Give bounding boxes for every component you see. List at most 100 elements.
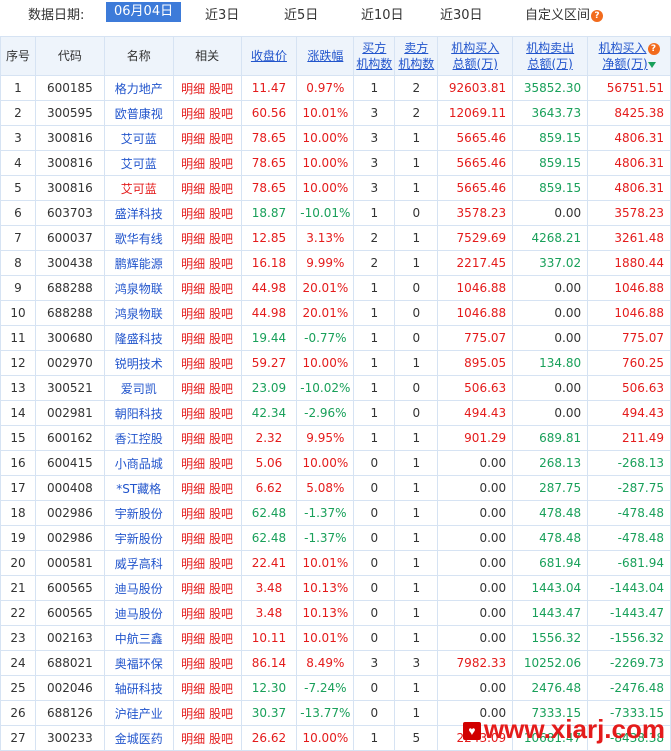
forum-link[interactable]: 股吧 [209,407,233,421]
forum-link[interactable]: 股吧 [209,707,233,721]
detail-link[interactable]: 明细 [181,507,205,521]
detail-link[interactable]: 明细 [181,407,205,421]
forum-link[interactable]: 股吧 [209,532,233,546]
cell-inst-sell-total: 0.00 [512,200,589,226]
detail-link[interactable]: 明细 [181,732,205,746]
cell-stock-name-link[interactable]: 奥福环保 [103,650,174,676]
detail-link[interactable]: 明细 [181,532,205,546]
cell-stock-name-link[interactable]: 朝阳科技 [103,400,174,426]
col-close-sort[interactable]: 收盘价 [240,36,298,76]
cell-stock-name-link[interactable]: *ST藏格 [103,475,174,501]
forum-link[interactable]: 股吧 [209,82,233,96]
forum-link[interactable]: 股吧 [209,332,233,346]
detail-link[interactable]: 明细 [181,157,205,171]
date-option-custom[interactable]: 自定义区间? [525,4,604,23]
forum-link[interactable]: 股吧 [209,107,233,121]
forum-link[interactable]: 股吧 [209,257,233,271]
detail-link[interactable]: 明细 [181,557,205,571]
forum-link[interactable]: 股吧 [209,607,233,621]
detail-link[interactable]: 明细 [181,357,205,371]
cell-stock-name-link[interactable]: 格力地产 [103,75,174,101]
detail-link[interactable]: 明细 [181,82,205,96]
cell-stock-name-link[interactable]: 香江控股 [103,425,174,451]
detail-link[interactable]: 明细 [181,482,205,496]
detail-link[interactable]: 明细 [181,682,205,696]
date-option-3d[interactable]: 近3日 [205,4,239,23]
col-buy-inst-sort[interactable]: 买方 机构数 [353,36,396,76]
detail-link[interactable]: 明细 [181,282,205,296]
forum-link[interactable]: 股吧 [209,657,233,671]
forum-link[interactable]: 股吧 [209,507,233,521]
date-option-5d[interactable]: 近5日 [284,4,318,23]
help-icon[interactable]: ? [591,9,604,22]
cell-stock-name-link[interactable]: 艾可蓝 [103,125,174,151]
col-inst-sell-sort[interactable]: 机构卖出 总额(万) [512,36,589,76]
cell-stock-name-link[interactable]: 威孚高科 [103,550,174,576]
forum-link[interactable]: 股吧 [209,132,233,146]
cell-stock-name-link[interactable]: 中航三鑫 [103,625,174,651]
cell-stock-name-link[interactable]: 宇新股份 [103,500,174,526]
forum-link[interactable]: 股吧 [209,157,233,171]
forum-link[interactable]: 股吧 [209,232,233,246]
detail-link[interactable]: 明细 [181,632,205,646]
help-icon[interactable]: ? [647,42,660,55]
col-inst-buy-sort[interactable]: 机构买入 总额(万) [437,36,514,76]
date-option-today[interactable]: 06月04日 [106,2,182,22]
forum-link[interactable]: 股吧 [209,482,233,496]
detail-link[interactable]: 明细 [181,457,205,471]
col-sell-inst-sort[interactable]: 卖方 机构数 [394,36,439,76]
cell-stock-name-link[interactable]: 迪马股份 [103,600,174,626]
detail-link[interactable]: 明细 [181,657,205,671]
forum-link[interactable]: 股吧 [209,682,233,696]
forum-link[interactable]: 股吧 [209,357,233,371]
detail-link[interactable]: 明细 [181,232,205,246]
cell-stock-name-link[interactable]: 迪马股份 [103,575,174,601]
detail-link[interactable]: 明细 [181,257,205,271]
detail-link[interactable]: 明细 [181,132,205,146]
cell-stock-name-link[interactable]: 爱司凯 [103,375,174,401]
detail-link[interactable]: 明细 [181,307,205,321]
col-change-sort[interactable]: 涨跌幅 [296,36,355,76]
cell-stock-name-link[interactable]: 鹏辉能源 [103,250,174,276]
forum-link[interactable]: 股吧 [209,582,233,596]
cell-stock-name-link[interactable]: 宇新股份 [103,525,174,551]
forum-link[interactable]: 股吧 [209,732,233,746]
cell-stock-name-link[interactable]: 欧普康视 [103,100,174,126]
cell-stock-name-link[interactable]: 艾可蓝 [103,175,174,201]
forum-link[interactable]: 股吧 [209,182,233,196]
detail-link[interactable]: 明细 [181,207,205,221]
date-option-30d[interactable]: 近30日 [440,4,483,23]
detail-link[interactable]: 明细 [181,607,205,621]
cell-stock-name-link[interactable]: 鸿泉物联 [103,275,174,301]
detail-link[interactable]: 明细 [181,382,205,396]
col-inst-net-sort[interactable]: 机构买入? 净额(万) [587,36,671,76]
cell-code: 002970 [34,350,105,376]
detail-link[interactable]: 明细 [181,707,205,721]
forum-link[interactable]: 股吧 [209,207,233,221]
cell-sell-inst-count: 1 [394,150,439,176]
cell-stock-name-link[interactable]: 鸿泉物联 [103,300,174,326]
forum-link[interactable]: 股吧 [209,632,233,646]
forum-link[interactable]: 股吧 [209,282,233,296]
cell-stock-name-link[interactable]: 沪硅产业 [103,700,174,726]
forum-link[interactable]: 股吧 [209,432,233,446]
detail-link[interactable]: 明细 [181,582,205,596]
detail-link[interactable]: 明细 [181,332,205,346]
cell-stock-name-link[interactable]: 小商品城 [103,450,174,476]
cell-stock-name-link[interactable]: 艾可蓝 [103,150,174,176]
cell-stock-name-link[interactable]: 隆盛科技 [103,325,174,351]
cell-code: 600185 [34,75,105,101]
cell-stock-name-link[interactable]: 盛洋科技 [103,200,174,226]
forum-link[interactable]: 股吧 [209,382,233,396]
detail-link[interactable]: 明细 [181,107,205,121]
cell-buy-inst-count: 0 [353,625,396,651]
cell-stock-name-link[interactable]: 歌华有线 [103,225,174,251]
forum-link[interactable]: 股吧 [209,307,233,321]
forum-link[interactable]: 股吧 [209,557,233,571]
cell-stock-name-link[interactable]: 锐明技术 [103,350,174,376]
detail-link[interactable]: 明细 [181,432,205,446]
forum-link[interactable]: 股吧 [209,457,233,471]
detail-link[interactable]: 明细 [181,182,205,196]
date-option-10d[interactable]: 近10日 [361,4,404,23]
cell-stock-name-link[interactable]: 轴研科技 [103,675,174,701]
